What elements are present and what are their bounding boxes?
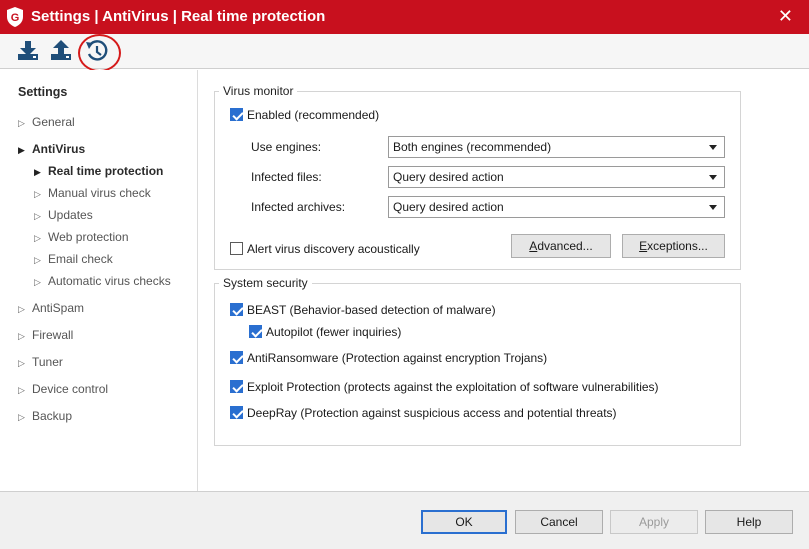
apply-button[interactable]: Apply xyxy=(610,510,698,534)
use-engines-select[interactable]: Both engines (recommended) xyxy=(388,136,725,158)
chevron-right-icon: ▷ xyxy=(18,118,25,128)
exploit-protection-checkbox[interactable]: Exploit Protection (protects against the… xyxy=(230,380,659,396)
chevron-right-icon: ▷ xyxy=(34,277,41,287)
sidebar-item-email-check[interactable]: ▷ Email check xyxy=(34,250,113,268)
sidebar-item-firewall[interactable]: ▷ Firewall xyxy=(18,326,73,344)
window-title: Settings | AntiVirus | Real time protect… xyxy=(31,8,326,25)
sidebar-item-manual-virus-check[interactable]: ▷ Manual virus check xyxy=(34,184,151,202)
sidebar-item-real-time-protection[interactable]: ▶ Real time protection xyxy=(34,162,163,180)
chevron-right-icon: ▷ xyxy=(18,304,25,314)
chevron-selected-icon: ▶ xyxy=(34,167,41,177)
help-button[interactable]: Help xyxy=(705,510,793,534)
deepray-checkbox[interactable]: DeepRay (Protection against suspicious a… xyxy=(230,406,617,422)
toolbar xyxy=(0,34,809,69)
main-panel: Virus monitor Enabled (recommended) Use … xyxy=(199,70,809,491)
close-button[interactable]: ✕ xyxy=(778,6,793,26)
chevron-right-icon: ▷ xyxy=(34,233,41,243)
highlight-circle xyxy=(78,34,121,72)
sidebar-item-backup[interactable]: ▷ Backup xyxy=(18,407,72,425)
dropdown-arrow-icon xyxy=(709,175,717,180)
antiransomware-checkbox[interactable]: AntiRansomware (Protection against encry… xyxy=(230,351,547,367)
checkbox-checked-icon xyxy=(230,406,243,419)
advanced-button[interactable]: Advanced... xyxy=(511,234,611,258)
checkbox-checked-icon xyxy=(249,325,262,338)
sidebar-item-antispam[interactable]: ▷ AntiSpam xyxy=(18,299,84,317)
checkbox-checked-icon xyxy=(230,351,243,364)
upload-button[interactable] xyxy=(48,38,74,64)
title-bar: G Settings | AntiVirus | Real time prote… xyxy=(0,0,809,34)
chevron-right-icon: ▷ xyxy=(18,358,25,368)
sidebar-item-antivirus[interactable]: ▶ AntiVirus xyxy=(18,140,85,158)
sidebar-item-web-protection[interactable]: ▷ Web protection xyxy=(34,228,129,246)
alert-acoustic-checkbox[interactable]: Alert virus discovery acoustically xyxy=(230,242,420,258)
infected-files-select[interactable]: Query desired action xyxy=(388,166,725,188)
chevron-right-icon: ▷ xyxy=(34,189,41,199)
checkbox-checked-icon xyxy=(230,303,243,316)
chevron-expanded-icon: ▶ xyxy=(18,145,25,155)
upload-icon xyxy=(51,40,71,60)
sidebar-heading: Settings xyxy=(18,85,68,99)
virus-monitor-legend: Virus monitor xyxy=(223,84,294,98)
chevron-right-icon: ▷ xyxy=(34,211,41,221)
download-button[interactable] xyxy=(15,38,41,64)
chevron-right-icon: ▷ xyxy=(18,412,25,422)
chevron-right-icon: ▷ xyxy=(18,385,25,395)
use-engines-label: Use engines: xyxy=(251,140,322,154)
chevron-right-icon: ▷ xyxy=(18,331,25,341)
g-data-shield-icon: G xyxy=(7,7,23,27)
cancel-button[interactable]: Cancel xyxy=(515,510,603,534)
autopilot-checkbox[interactable]: Autopilot (fewer inquiries) xyxy=(249,325,401,341)
download-icon xyxy=(18,41,38,60)
sidebar-item-general[interactable]: ▷ General xyxy=(18,113,75,131)
enabled-checkbox[interactable]: Enabled (recommended) xyxy=(230,108,379,124)
sidebar-item-automatic-virus-checks[interactable]: ▷ Automatic virus checks xyxy=(34,272,171,290)
infected-archives-select[interactable]: Query desired action xyxy=(388,196,725,218)
svg-text:G: G xyxy=(11,12,20,24)
sidebar: Settings ▷ General ▶ AntiVirus ▶ Real time … xyxy=(0,70,198,491)
chevron-right-icon: ▷ xyxy=(34,255,41,265)
infected-archives-label: Infected archives: xyxy=(251,200,346,214)
sidebar-item-updates[interactable]: ▷ Updates xyxy=(34,206,93,224)
system-security-legend: System security xyxy=(223,276,308,290)
exceptions-button[interactable]: Exceptions... xyxy=(622,234,725,258)
dropdown-arrow-icon xyxy=(709,145,717,150)
checkbox-checked-icon xyxy=(230,108,243,121)
infected-files-label: Infected files: xyxy=(251,170,322,184)
dropdown-arrow-icon xyxy=(709,205,717,210)
sidebar-item-tuner[interactable]: ▷ Tuner xyxy=(18,353,63,371)
sidebar-item-device-control[interactable]: ▷ Device control xyxy=(18,380,108,398)
checkbox-checked-icon xyxy=(230,380,243,393)
beast-checkbox[interactable]: BEAST (Behavior-based detection of malwa… xyxy=(230,303,496,319)
footer-bar: OK Cancel Apply Help xyxy=(0,491,809,549)
checkbox-unchecked-icon xyxy=(230,242,243,255)
ok-button[interactable]: OK xyxy=(421,510,507,534)
